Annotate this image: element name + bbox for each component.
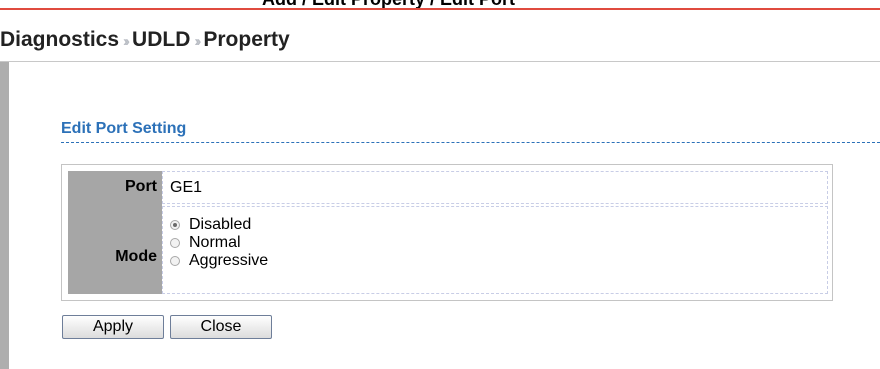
port-value: GE1 (170, 179, 203, 196)
breadcrumb-item-diagnostics: Diagnostics (0, 28, 120, 51)
section-title: Edit Port Setting (61, 120, 187, 137)
mode-label: Mode (115, 248, 157, 265)
port-label: Port (125, 178, 157, 195)
radio-unselected-icon[interactable] (170, 238, 180, 248)
left-frame-bar (0, 62, 9, 369)
mode-option-label: Disabled (189, 216, 252, 233)
mode-option-label: Normal (189, 234, 241, 251)
mode-option-disabled[interactable]: Disabled (170, 216, 251, 234)
edit-port-form: Port Mode GE1 Disabled Normal Aggressive (61, 164, 833, 301)
breadcrumb-item-property: Property (203, 28, 290, 51)
mode-option-aggressive[interactable]: Aggressive (170, 252, 268, 270)
breadcrumb-item-udld: UDLD (132, 28, 191, 51)
mode-option-normal[interactable]: Normal (170, 234, 241, 252)
radio-selected-icon[interactable] (170, 220, 180, 230)
header-divider (0, 61, 880, 62)
label-column: Port Mode (68, 171, 162, 294)
mode-option-label: Aggressive (189, 252, 269, 269)
breadcrumb-separator-icon: ›› (194, 32, 201, 50)
section-divider (61, 142, 880, 143)
port-value-cell: GE1 (162, 171, 828, 204)
breadcrumb-separator-icon: ›› (123, 32, 130, 50)
breadcrumb: Diagnostics ›› UDLD ›› Property (0, 19, 880, 61)
mode-radio-group: Disabled Normal Aggressive (162, 206, 828, 294)
radio-unselected-icon[interactable] (170, 256, 180, 266)
apply-button[interactable]: Apply (62, 315, 164, 339)
close-button[interactable]: Close (170, 315, 272, 339)
title-divider (0, 8, 880, 10)
